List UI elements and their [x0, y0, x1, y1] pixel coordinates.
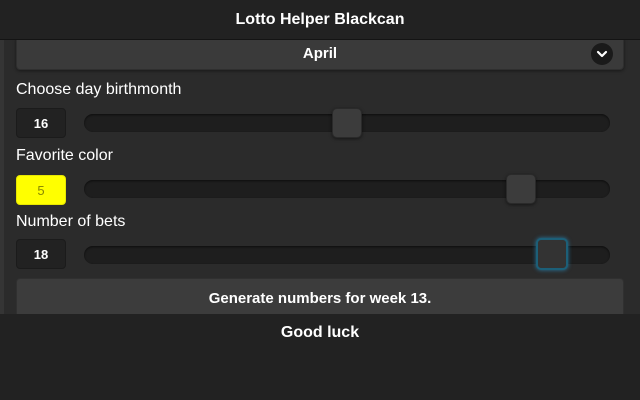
favorite-color-slider[interactable]: [84, 174, 610, 204]
birthday-value[interactable]: 16: [16, 108, 66, 138]
favorite-color-value[interactable]: 5: [16, 175, 66, 205]
footer-message: Good luck: [280, 324, 360, 341]
birthday-label: Choose day birthmonth: [16, 81, 182, 98]
footer: Good luck: [0, 314, 640, 400]
bets-slider[interactable]: [84, 238, 610, 270]
app-header: Lotto Helper Blackcan: [0, 0, 640, 40]
birthday-slider-handle[interactable]: [332, 108, 362, 138]
birthday-slider[interactable]: [84, 108, 610, 138]
favorite-color-slider-handle[interactable]: [505, 174, 536, 204]
generate-numbers-button[interactable]: Generate numbers for week 13.: [16, 278, 624, 314]
bets-label: Number of bets: [16, 213, 126, 230]
favorite-color-label: Favorite color: [16, 147, 113, 164]
bets-value[interactable]: 18: [16, 239, 66, 269]
scroll-edge: [0, 40, 4, 314]
chevron-down-icon[interactable]: [591, 43, 613, 65]
month-select[interactable]: April: [16, 40, 624, 70]
month-select-value: April: [302, 44, 338, 62]
bets-slider-handle[interactable]: [536, 238, 569, 270]
generate-button-label: Generate numbers for week 13.: [208, 289, 432, 307]
app-title: Lotto Helper Blackcan: [235, 10, 405, 28]
main-content: April Choose day birthmonth 16 Favorite …: [0, 40, 640, 314]
